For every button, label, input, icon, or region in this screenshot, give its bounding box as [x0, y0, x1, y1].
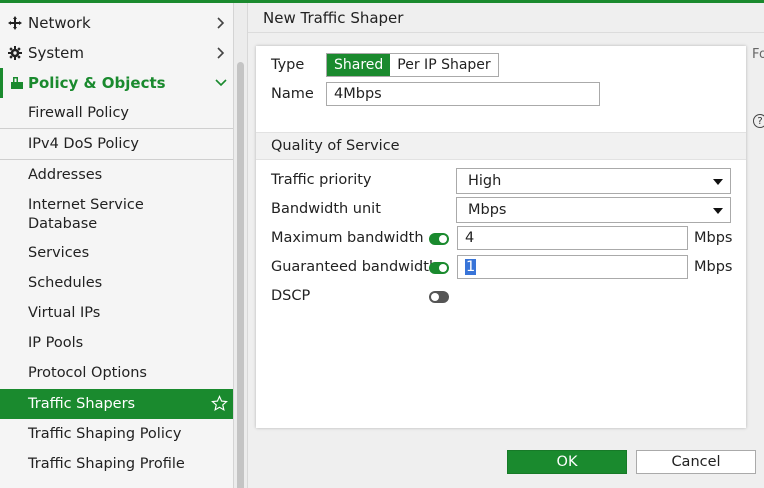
- sidebar-item-traffic-shaping-profile[interactable]: Traffic Shaping Profile: [0, 449, 233, 479]
- dscp-label: DSCP: [271, 288, 311, 304]
- max-bandwidth-label: Maximum bandwidth: [271, 230, 424, 246]
- type-option-shared[interactable]: Shared: [327, 54, 391, 76]
- sidebar-item-ip-pools[interactable]: IP Pools: [0, 328, 233, 358]
- qos-section-header: Quality of Service: [256, 132, 746, 160]
- sidebar-item-label: Schedules: [28, 275, 103, 291]
- max-bandwidth-toggle[interactable]: [429, 233, 449, 245]
- guaranteed-bandwidth-label: Guaranteed bandwidth: [271, 259, 439, 275]
- sidebar-item-services[interactable]: Services: [0, 238, 233, 268]
- sidebar-item-label: Virtual IPs: [28, 305, 101, 321]
- chevron-right-icon: [208, 47, 233, 59]
- sidebar-group-network[interactable]: Network: [0, 8, 233, 38]
- selected-text: 1: [465, 259, 477, 275]
- sidebar-item-protocol-options[interactable]: Protocol Options: [0, 358, 233, 388]
- sidebar-group-system[interactable]: System: [0, 38, 233, 68]
- sidebar-scrollbar-thumb[interactable]: [237, 62, 244, 488]
- policy-icon: [3, 76, 28, 90]
- star-icon[interactable]: [211, 395, 228, 416]
- sidebar: Network System Policy & Objects Firewall…: [0, 0, 234, 488]
- toggle-knob: [431, 293, 439, 301]
- sidebar-group-label: Network: [28, 14, 91, 32]
- dialog-title: New Traffic Shaper: [263, 9, 404, 27]
- dscp-toggle[interactable]: [429, 291, 449, 303]
- bandwidth-unit-value: Mbps: [468, 202, 507, 218]
- sidebar-item-firewall-policy[interactable]: Firewall Policy: [0, 98, 233, 128]
- guaranteed-bandwidth-unit: Mbps: [694, 259, 733, 275]
- sidebar-item-label: IPv4 DoS Policy: [28, 136, 139, 152]
- form-card: Type Shared Per IP Shaper Name 4Mbps Qua…: [256, 46, 746, 428]
- sidebar-item-label: Protocol Options: [28, 365, 147, 381]
- sidebar-item-label: Traffic Shaping Policy: [28, 426, 182, 442]
- sidebar-item-label: Addresses: [28, 167, 103, 183]
- sidebar-item-label: Traffic Shapers: [28, 396, 136, 412]
- type-option-per-ip-shaper[interactable]: Per IP Shaper: [390, 54, 497, 76]
- sidebar-group-label: System: [28, 44, 84, 62]
- sidebar-item-ipv4-dos-policy[interactable]: IPv4 DoS Policy: [0, 129, 233, 159]
- guaranteed-bandwidth-toggle[interactable]: [429, 262, 449, 274]
- sidebar-item-label: Firewall Policy: [28, 105, 129, 121]
- sidebar-item-virtual-ips[interactable]: Virtual IPs: [0, 298, 233, 328]
- sidebar-item-traffic-shapers[interactable]: Traffic Shapers: [0, 389, 233, 419]
- sidebar-item-label: Services: [28, 245, 90, 261]
- sidebar-item-label: Traffic Shaping Profile: [28, 456, 185, 472]
- name-label: Name: [271, 86, 314, 102]
- chevron-right-icon: [208, 17, 233, 29]
- guaranteed-bandwidth-input[interactable]: 1: [457, 255, 688, 279]
- type-segmented-control: Shared Per IP Shaper: [326, 53, 499, 77]
- gear-icon: [0, 46, 28, 60]
- caret-down-icon: [713, 179, 723, 185]
- traffic-priority-select[interactable]: High: [456, 168, 731, 194]
- sidebar-item-addresses[interactable]: Addresses: [0, 160, 233, 190]
- side-panel-truncated-text: Fo: [752, 47, 764, 62]
- traffic-priority-label: Traffic priority: [271, 172, 372, 188]
- type-label: Type: [271, 57, 305, 73]
- traffic-priority-value: High: [468, 173, 502, 189]
- ok-button[interactable]: OK: [507, 450, 627, 474]
- qos-section-title: Quality of Service: [271, 138, 400, 154]
- top-accent-line: [0, 0, 764, 3]
- name-input[interactable]: 4Mbps: [326, 82, 600, 106]
- max-bandwidth-input[interactable]: 4: [457, 226, 688, 250]
- bandwidth-unit-label: Bandwidth unit: [271, 201, 381, 217]
- sidebar-group-label: Policy & Objects: [28, 74, 166, 92]
- max-bandwidth-unit: Mbps: [694, 230, 733, 246]
- toggle-knob: [439, 264, 447, 272]
- dialog-header: New Traffic Shaper: [248, 3, 764, 33]
- network-icon: [0, 16, 28, 30]
- toggle-knob: [439, 235, 447, 243]
- sidebar-item-traffic-shaping-policy[interactable]: Traffic Shaping Policy: [0, 419, 233, 449]
- sidebar-item-label: IP Pools: [28, 335, 84, 351]
- sidebar-item-internet-service-database[interactable]: Internet Service Database: [0, 194, 233, 236]
- chevron-down-icon: [208, 79, 233, 87]
- sidebar-group-policy-objects[interactable]: Policy & Objects: [0, 68, 233, 98]
- sidebar-item-label: Internet Service Database: [28, 197, 144, 232]
- cancel-button[interactable]: Cancel: [636, 450, 756, 474]
- caret-down-icon: [713, 208, 723, 214]
- bandwidth-unit-select[interactable]: Mbps: [456, 197, 731, 223]
- help-icon[interactable]: ?: [753, 114, 764, 128]
- sidebar-item-schedules[interactable]: Schedules: [0, 268, 233, 298]
